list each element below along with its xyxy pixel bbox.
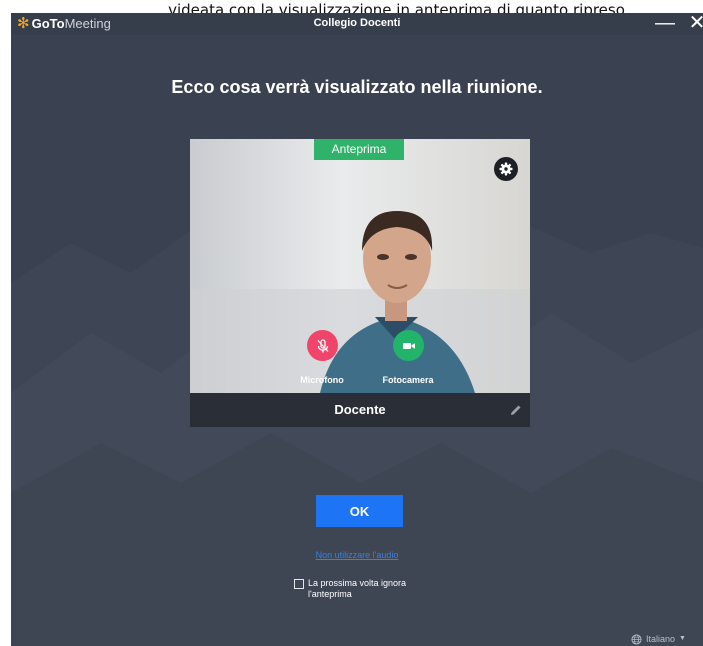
pencil-icon[interactable] (510, 404, 522, 416)
mic-off-icon (317, 338, 328, 352)
settings-button[interactable] (494, 157, 518, 181)
window-title: Collegio Docenti (313, 17, 401, 29)
close-button[interactable]: ✕ (683, 13, 703, 35)
language-label: Italiano (646, 634, 676, 644)
globe-icon (631, 633, 642, 645)
dialog-headline: Ecco cosa verrà visualizzato nella riuni… (171, 77, 543, 97)
language-selector[interactable]: Italiano ▼ (631, 632, 686, 646)
mic-label: Microfono (300, 375, 344, 385)
skip-preview-label: La prossima volta ignora l'anteprima (308, 578, 407, 599)
preview-badge: Anteprima (314, 139, 404, 160)
participant-name: Docente (334, 402, 386, 417)
skip-preview-checkbox[interactable] (294, 579, 304, 589)
ok-button[interactable]: OK (316, 495, 403, 527)
gear-icon (499, 162, 513, 176)
mic-toggle-button[interactable] (307, 330, 338, 361)
title-bar: ✻ GoTo Meeting Collegio Docenti — ✕ (11, 13, 703, 35)
camera-preview: Anteprima Microfono Fotocamera Docente (190, 139, 530, 427)
chevron-down-icon: ▼ (679, 635, 686, 642)
skip-preview-option: La prossima volta ignora l'anteprima (294, 578, 454, 608)
camera-label: Fotocamera (382, 375, 434, 385)
gotomeeting-window: ✻ GoTo Meeting Collegio Docenti — ✕ Ecco… (11, 13, 703, 646)
no-audio-link[interactable]: Non utilizzare l'audio (11, 550, 703, 560)
minimize-button[interactable]: — (651, 13, 679, 35)
camera-toggle-button[interactable] (393, 330, 424, 361)
camera-feed-image (190, 139, 530, 393)
participant-name-bar: Docente (190, 393, 530, 427)
video-camera-icon (402, 342, 415, 349)
